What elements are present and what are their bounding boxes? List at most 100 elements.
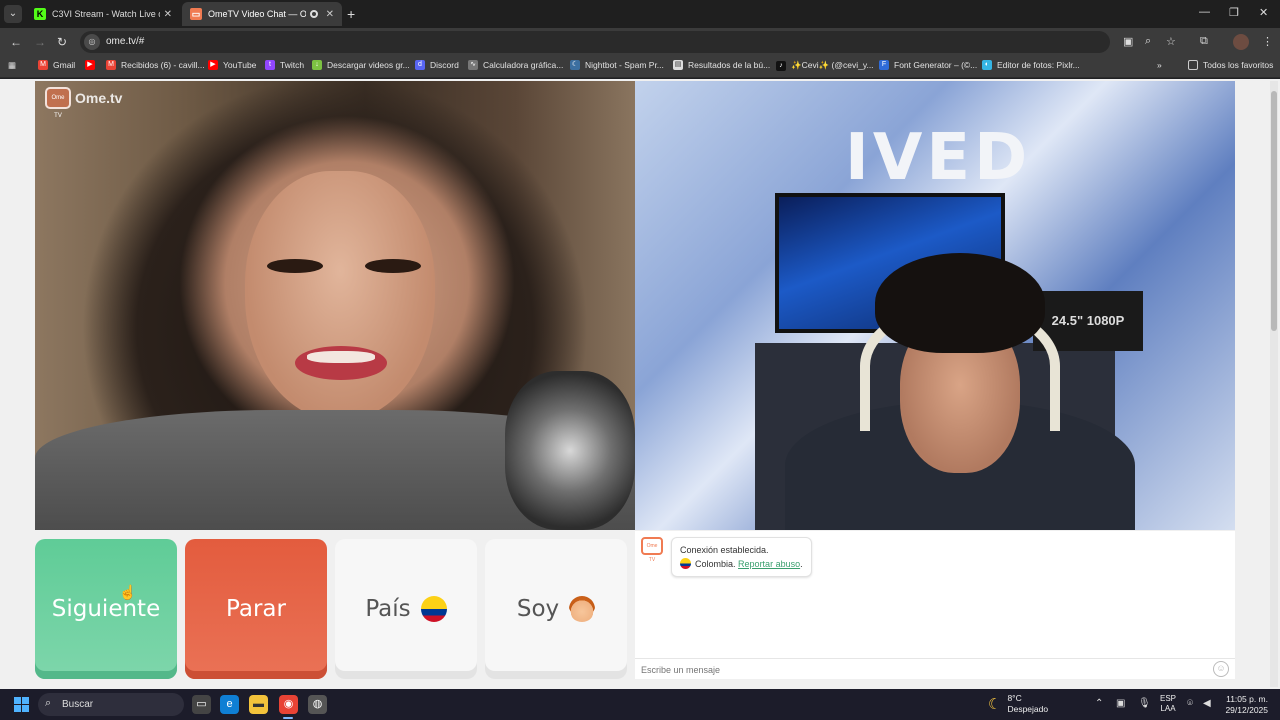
bookmark-star-icon[interactable]: ☆ (1166, 35, 1176, 48)
tab-search-button[interactable]: ⌄ (4, 5, 22, 23)
wifi-icon[interactable]: ⌾ (1187, 698, 1193, 709)
close-window-icon[interactable]: ✕ (1259, 6, 1268, 19)
system-message: Conexión establecida. Colombia. Reportar… (671, 537, 812, 577)
all-bookmarks-folder[interactable]: Todos los favoritos (1188, 60, 1273, 70)
cast-icon[interactable]: ▣ (1123, 35, 1133, 48)
bookmark-font-generator[interactable]: F Font Generator – (©... (879, 60, 977, 70)
recording-indicator-icon (309, 10, 318, 18)
ometv-logo-text: Ome.tv (75, 90, 123, 106)
forward-icon[interactable]: → (34, 35, 46, 49)
moon-icon: ☾ (988, 696, 1002, 713)
chat-input-row: ☺ (635, 658, 1235, 679)
new-tab-button[interactable]: + (347, 6, 355, 22)
report-abuse-link[interactable]: Reportar abuso (738, 559, 800, 569)
chrome-icon[interactable]: ◉ (279, 695, 298, 714)
restore-icon[interactable]: ❐ (1229, 6, 1239, 19)
chat-panel: Ome TV Conexión establecida. Colombia. R… (635, 531, 1235, 679)
stop-button-label: Parar (226, 596, 286, 622)
url-text[interactable]: ome.tv/# (106, 36, 144, 47)
gmail-icon: M (106, 60, 116, 70)
reload-icon[interactable]: ↻ (57, 35, 67, 49)
report-suffix: . (800, 559, 803, 569)
extensions-icon[interactable]: ⧉ (1200, 35, 1208, 48)
folder-icon (1188, 60, 1198, 70)
pixlr-icon: ◐ (982, 60, 992, 70)
bookmark-pixlr[interactable]: ◐ Editor de fotos: Pixlr... (982, 60, 1080, 70)
nightbot-icon: ☾ (570, 60, 580, 70)
stop-button[interactable]: Parar (185, 539, 327, 679)
bookmark-tiktok[interactable]: ♪ ✨Cevi✨ (@cevi_y... (776, 60, 874, 71)
gender-button[interactable]: Soy (485, 539, 627, 679)
browser-toolbar: ← → ↻ ◎ ome.tv/# ▣ ⌕ ☆ ⧉ ⋮ (0, 28, 1280, 56)
bookmark-download-videos[interactable]: ↓ Descargar videos gr... (312, 60, 410, 70)
ometv-chat-icon: Ome TV (641, 537, 663, 563)
chevron-up-icon[interactable]: ⌃ (1095, 698, 1103, 709)
profile-avatar[interactable] (1233, 34, 1249, 50)
volume-icon[interactable]: ◀ (1203, 698, 1211, 709)
bookmark-gmail[interactable]: M Gmail (38, 60, 75, 70)
apps-icon[interactable]: ▦ (8, 60, 16, 71)
edge-icon[interactable]: e (220, 695, 239, 714)
next-button[interactable]: Siguiente (35, 539, 177, 679)
remote-video: Ome TV Ome.tv (35, 81, 635, 530)
bookmark-youtube[interactable]: ▶ YouTube (208, 60, 256, 70)
emoji-icon[interactable]: ☺ (1213, 661, 1229, 677)
youtube-icon: ▶ (208, 60, 218, 70)
zoom-icon[interactable]: ⌕ (1145, 35, 1151, 48)
tab-c3vi-stream[interactable]: K C3VI Stream - Watch Live on Ki ✕ (26, 2, 180, 26)
weather-temp: 8°C (1007, 693, 1022, 703)
windows-start-icon[interactable] (14, 697, 29, 712)
weather-widget[interactable]: ☾ 8°C Despejado (988, 693, 1048, 715)
hand-cursor-icon: ☝ (119, 584, 137, 600)
tab-title: C3VI Stream - Watch Live on Ki (52, 9, 160, 19)
boy-emoji-icon (569, 596, 596, 622)
scrollbar-thumb[interactable] (1271, 91, 1277, 331)
network-share-icon[interactable]: ▣ (1116, 698, 1125, 709)
country-button-label: País (365, 596, 411, 622)
tab-strip: ⌄ K C3VI Stream - Watch Live on Ki ✕ ▭ O… (0, 0, 1280, 28)
windows-taskbar: ⌕ Buscar ▭ e ▬ ◉ ◍ ☾ 8°C Despejado ⌃ ▣ 🎙… (0, 689, 1280, 720)
task-view-icon[interactable]: ▭ (192, 695, 211, 714)
font-icon: F (879, 60, 889, 70)
obs-icon[interactable]: ◍ (308, 695, 327, 714)
country-filter-button[interactable]: País (335, 539, 477, 679)
address-bar[interactable]: ◎ ome.tv/# (80, 31, 1110, 53)
system-clock[interactable]: 11:05 p. m. 29/12/2025 (1218, 694, 1268, 716)
bookmark-youtube-short[interactable]: ▶ (85, 60, 100, 70)
bookmark-twitch[interactable]: t Twitch (265, 60, 304, 70)
twitch-icon: t (265, 60, 275, 70)
clock-time: 11:05 p. m. (1226, 694, 1268, 704)
close-tab-icon[interactable]: ✕ (326, 9, 334, 20)
ometv-page: Ome TV Ome.tv IVED 24.5" 1080P Siguiente… (0, 79, 1280, 689)
site-info-icon[interactable]: ◎ (84, 34, 100, 50)
lang-top: ESP (1160, 694, 1177, 703)
bookmarks-overflow-icon[interactable]: » (1157, 60, 1162, 70)
minimize-icon[interactable]: — (1199, 6, 1210, 18)
desmos-icon: ∿ (468, 60, 478, 70)
weather-desc: Despejado (1007, 704, 1049, 714)
bookmark-calculator[interactable]: ∿ Calculadora gráfica... (468, 60, 563, 70)
bookmark-nightbot[interactable]: ☾ Nightbot - Spam Pr... (570, 60, 664, 70)
connection-status: Conexión establecida. (680, 545, 769, 555)
local-video: IVED 24.5" 1080P (635, 81, 1235, 530)
bookmark-inbox[interactable]: M Recibidos (6) - cavill... (106, 60, 205, 70)
tab-ometv[interactable]: ▭ OmeTV Video Chat — Ome ✕ (182, 2, 342, 26)
gmail-icon: M (38, 60, 48, 70)
lang-bottom: LAA (1160, 704, 1176, 713)
menu-icon[interactable]: ⋮ (1262, 35, 1273, 48)
language-indicator[interactable]: ESP LAA (1160, 694, 1176, 714)
back-icon[interactable]: ← (10, 35, 22, 49)
page-scrollbar[interactable] (1270, 81, 1278, 687)
close-tab-icon[interactable]: ✕ (164, 9, 172, 20)
bookmark-search-results[interactable]: ▤ Resultados de la bú... (673, 60, 770, 70)
youtube-icon: ▶ (85, 60, 95, 70)
taskbar-search[interactable]: ⌕ Buscar (38, 693, 184, 716)
search-result-icon: ▤ (673, 60, 683, 70)
active-app-indicator (283, 717, 293, 719)
microphone-icon[interactable]: 🎙 (1138, 698, 1151, 709)
file-explorer-icon[interactable]: ▬ (249, 695, 268, 714)
message-input[interactable] (641, 662, 1191, 677)
search-label: Buscar (62, 699, 94, 710)
bookmark-discord[interactable]: d Discord (415, 60, 459, 70)
local-video-detail (875, 253, 1045, 353)
